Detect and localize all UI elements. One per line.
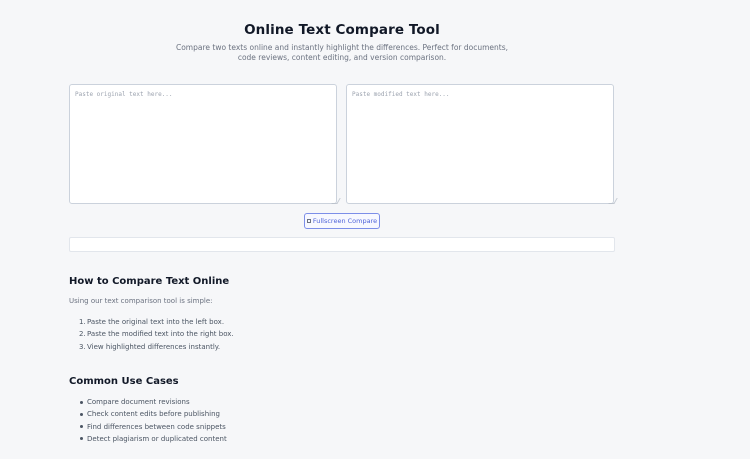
bullet-icon [80,437,83,441]
use-case-text: Detect plagiarism or duplicated content [87,434,227,443]
fullscreen-compare-button[interactable]: Fullscreen Compare [304,213,380,229]
list-item: 1. Paste the original text into the left… [69,317,234,329]
use-case-text: Find differences between code snippets [87,422,226,431]
use-cases-list: Compare document revisions Check content… [69,397,227,446]
resize-handle-right[interactable] [608,198,618,204]
list-item: Check content edits before publishing [69,409,227,421]
resize-handle-left[interactable] [331,198,341,204]
list-item: Detect plagiarism or duplicated content [69,434,227,446]
step-number: 3. [79,342,86,351]
list-item: 3. View highlighted differences instantl… [69,342,234,354]
list-item: Compare document revisions [69,397,227,409]
how-to-steps: 1. Paste the original text into the left… [69,317,234,354]
step-text: View highlighted differences instantly. [87,342,221,351]
list-item: Find differences between code snippets [69,422,227,434]
step-number: 1. [79,318,86,326]
bullet-icon [80,412,83,416]
diff-result-panel [69,237,615,252]
expand-icon [306,219,311,223]
how-to-heading: How to Compare Text Online [69,276,230,287]
use-cases-heading: Common Use Cases [69,376,179,387]
fullscreen-compare-label: Fullscreen Compare [312,217,378,225]
bullet-icon [80,425,83,429]
page-title: Online Text Compare Tool [244,22,440,38]
step-text: Paste the original text into the left bo… [87,318,225,326]
use-case-text: Check content edits before publishing [87,410,220,419]
use-case-text: Compare document revisions [87,398,190,406]
step-text: Paste the modified text into the right b… [87,330,234,339]
step-number: 2. [79,330,86,339]
modified-text-input[interactable] [346,84,614,204]
page-subtitle: Compare two texts online and instantly h… [175,43,509,62]
bullet-icon [80,400,83,404]
how-to-intro: Using our text comparison tool is simple… [69,297,213,305]
list-item: 2. Paste the modified text into the righ… [69,329,234,341]
original-text-input[interactable] [69,84,337,204]
